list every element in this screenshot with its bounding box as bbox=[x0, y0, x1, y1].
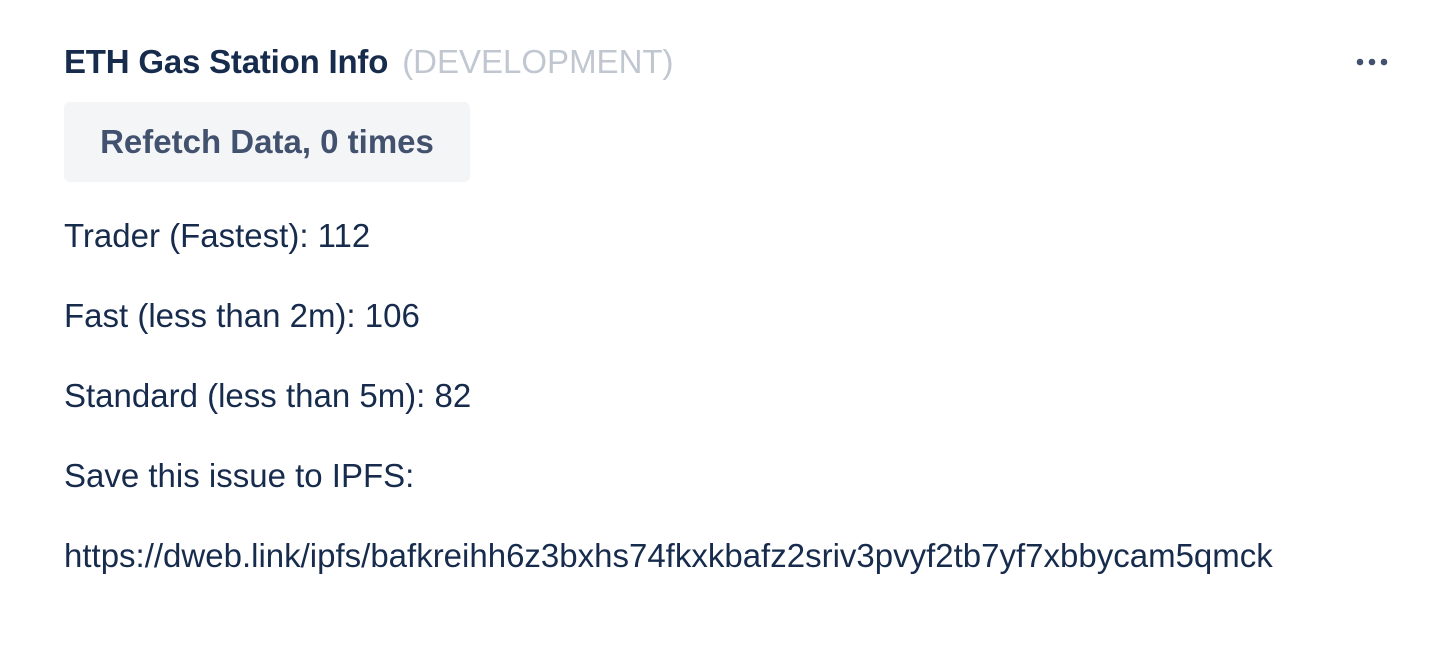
gas-price-list: Trader (Fastest): 112 Fast (less than 2m… bbox=[64, 216, 1376, 576]
ipfs-label: Save this issue to IPFS: bbox=[64, 457, 415, 494]
panel-title: ETH Gas Station Info bbox=[64, 43, 389, 80]
standard-price: Standard (less than 5m): 82 bbox=[64, 377, 472, 414]
ipfs-link-container: https://dweb.link/ipfs/bafkreihh6z3bxhs7… bbox=[64, 536, 1376, 576]
more-horizontal-icon bbox=[1356, 58, 1388, 66]
environment-label: (DEVELOPMENT) bbox=[402, 43, 674, 80]
gas-station-panel: ETH Gas Station Info (DEVELOPMENT) Refet… bbox=[64, 40, 1388, 576]
trader-price: Trader (Fastest): 112 bbox=[64, 217, 371, 254]
refetch-data-button[interactable]: Refetch Data, 0 times bbox=[64, 102, 470, 182]
fast-price: Fast (less than 2m): 106 bbox=[64, 297, 420, 334]
more-options-button[interactable] bbox=[1350, 40, 1394, 84]
panel-header: ETH Gas Station Info (DEVELOPMENT) bbox=[64, 40, 1388, 84]
ipfs-link[interactable]: https://dweb.link/ipfs/bafkreihh6z3bxhs7… bbox=[64, 537, 1273, 574]
